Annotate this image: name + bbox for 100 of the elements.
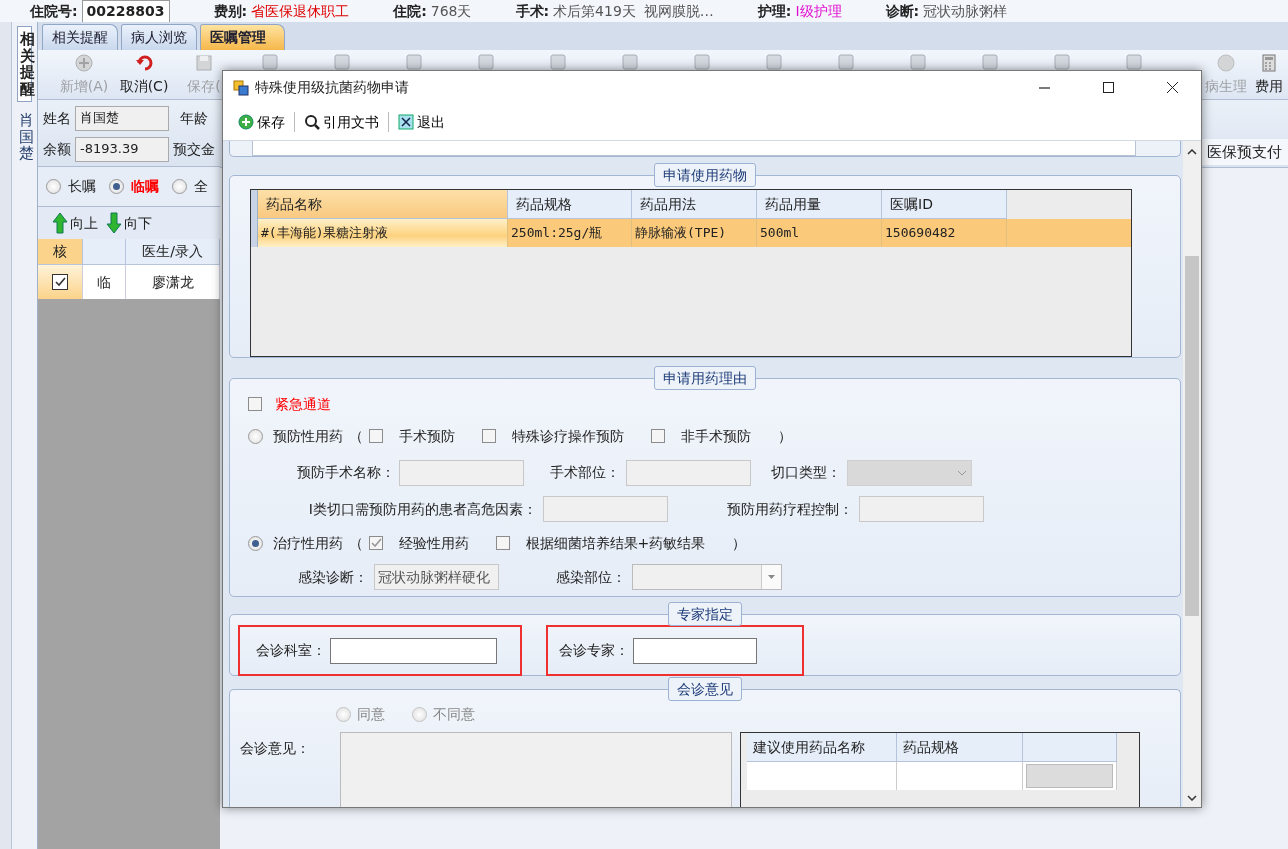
radio-label: 长嘱 <box>68 177 96 196</box>
undo-arrow-icon <box>135 54 153 72</box>
field-label: 姓名 <box>43 109 71 128</box>
scroll-down-icon <box>1187 795 1197 801</box>
radio-button[interactable] <box>46 179 61 194</box>
toolbar-icon[interactable] <box>838 54 854 70</box>
toolbar-icon[interactable] <box>262 54 278 70</box>
toolbar-button[interactable]: 费用 <box>1250 54 1288 97</box>
checkbox[interactable] <box>368 429 383 443</box>
move-button[interactable]: 向下 <box>106 212 152 234</box>
scroll-thumb[interactable] <box>1185 256 1199 616</box>
bracket: ） <box>777 426 792 446</box>
field-label: 预交金 <box>173 140 215 159</box>
column-header: 核 <box>38 239 83 265</box>
field-value: 冠状动脉粥样 <box>923 1 1008 21</box>
checkbox[interactable] <box>52 274 68 290</box>
bracket: （ <box>348 426 363 446</box>
radio-button[interactable] <box>248 535 263 551</box>
toolbar-icon[interactable] <box>478 54 494 70</box>
radio-button[interactable] <box>248 428 263 444</box>
name-field[interactable]: 肖国楚 <box>75 106 169 131</box>
radio-button[interactable] <box>172 179 187 194</box>
field-label: 手术: <box>515 1 550 21</box>
checkbox-label: 特殊诊疗操作预防 <box>511 426 624 446</box>
radio-button[interactable] <box>336 706 351 722</box>
tab[interactable]: 医嘱管理 <box>200 24 285 50</box>
field-label: 预防手术名称： <box>297 463 396 482</box>
input-field[interactable] <box>626 459 751 486</box>
table-row[interactable]: #(丰海能)果糖注射液 250ml:25g/瓶 静脉输液(TPE) 500ml 150690482 <box>251 219 1131 247</box>
dropdown[interactable] <box>847 459 972 486</box>
toolbar-icon[interactable] <box>910 54 926 70</box>
input-field[interactable] <box>399 459 524 486</box>
move-button[interactable]: 向上 <box>52 212 98 234</box>
input-field[interactable] <box>329 637 497 664</box>
value-field: 00228803 <box>81 0 170 23</box>
toolbar-icon[interactable] <box>622 54 638 70</box>
scrollbar[interactable] <box>1183 141 1201 807</box>
checkbox-label: 紧急通道 <box>275 394 331 414</box>
toolbar-button[interactable]: 退出 <box>395 111 448 133</box>
toolbar-icon[interactable] <box>406 54 422 70</box>
exit-icon <box>398 114 414 130</box>
column-header: 药品规格 <box>897 733 1023 762</box>
field-label: 切口类型： <box>770 463 842 482</box>
field-label: 费别: <box>213 1 248 21</box>
group-title: 会诊意见 <box>668 677 742 701</box>
table-cell: 150690482 <box>882 219 1007 247</box>
bracket: ） <box>732 533 747 553</box>
table-cell: 500ml <box>757 219 882 247</box>
tab[interactable]: 病人浏览 <box>121 24 197 50</box>
radio-label: 临嘱 <box>131 177 159 196</box>
radio-button[interactable] <box>109 179 124 194</box>
field-value: 视网膜脱… <box>643 1 714 21</box>
toolbar-button[interactable]: 引用文书 <box>301 111 382 133</box>
toolbar-icon[interactable] <box>982 54 998 70</box>
field-value: 省医保退休职工 <box>251 1 350 21</box>
checkbox[interactable] <box>368 536 383 550</box>
toolbar-button[interactable]: 取消(C) <box>114 54 174 97</box>
field-value: I级护理 <box>795 1 842 21</box>
input-field[interactable] <box>543 496 668 522</box>
field-label: 感染诊断： <box>297 567 369 587</box>
field-label: 住院: <box>393 1 427 21</box>
input-field[interactable] <box>859 496 984 522</box>
tab[interactable]: 相关提醒 <box>42 24 118 50</box>
field-label: 会诊科室： <box>256 641 326 660</box>
toolbar-icon[interactable] <box>334 54 350 70</box>
table-cell: #(丰海能)果糖注射液 <box>258 219 508 247</box>
checkbox[interactable] <box>650 429 665 443</box>
checkbox[interactable] <box>248 397 262 411</box>
column-header: 药品规格 <box>508 190 632 219</box>
checkbox[interactable] <box>481 429 496 443</box>
toolbar-icon[interactable] <box>694 54 710 70</box>
column-header: 药品用法 <box>632 190 757 219</box>
checkbox-label: 经验性用药 <box>398 533 469 553</box>
radio-button[interactable] <box>412 706 427 722</box>
plus-circle-icon <box>75 54 93 72</box>
toolbar-button[interactable]: 保存 <box>235 111 288 133</box>
app-window-icon <box>233 79 249 96</box>
search-icon <box>304 114 320 130</box>
group-title: 申请使用药物 <box>654 163 756 187</box>
insurance-prepay-tab[interactable]: 医保预支付 <box>1200 138 1288 165</box>
field-label: 预防用药疗程控制： <box>726 499 854 519</box>
toolbar-icon[interactable] <box>1054 54 1070 70</box>
radio-label: 全 <box>194 177 208 196</box>
balance-field[interactable]: -8193.39 <box>75 137 169 162</box>
patient-name: 肖国楚 <box>18 110 32 164</box>
checkbox[interactable] <box>495 536 510 550</box>
toolbar-icon[interactable] <box>550 54 566 70</box>
field-label: 感染部位： <box>555 567 627 587</box>
toolbar-icon[interactable] <box>766 54 782 70</box>
maximize-icon <box>1102 82 1114 93</box>
input-field[interactable] <box>632 637 757 664</box>
table-cell: 250ml:25g/瓶 <box>508 219 632 247</box>
minimize-icon <box>1038 86 1050 89</box>
checkbox-label: 非手术预防 <box>680 426 751 446</box>
dropdown[interactable] <box>632 564 782 590</box>
input-field[interactable]: 冠状动脉粥样硬化 <box>374 564 499 590</box>
field-label: 护理: <box>757 1 792 21</box>
checkbox-label: 根据细菌培养结果+药敏结果 <box>525 533 706 553</box>
field-label: 诊断: <box>885 1 920 21</box>
toolbar-icon[interactable] <box>1126 54 1142 70</box>
